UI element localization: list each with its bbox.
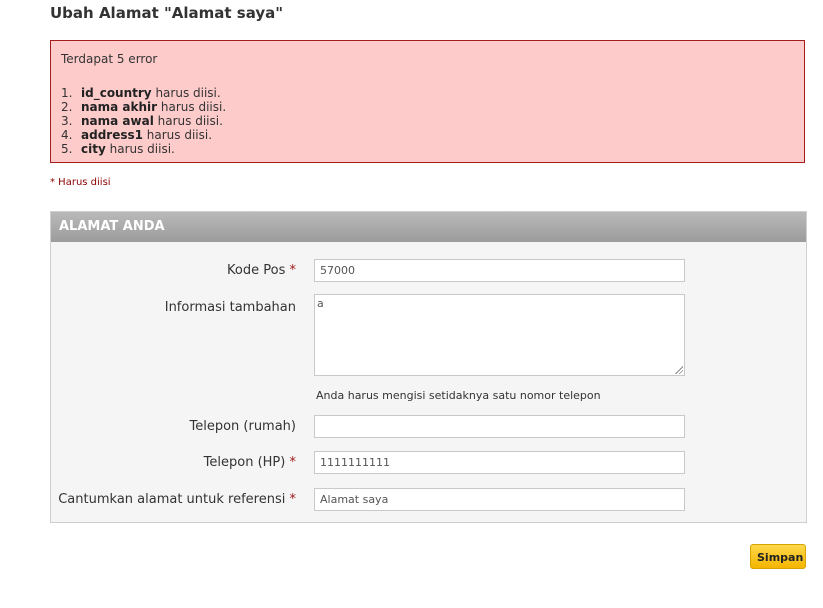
home-phone-input[interactable] [314,415,685,438]
alias-label-text: Cantumkan alamat untuk referensi [58,492,286,507]
info-label: Informasi tambahan [164,300,296,315]
alias-label: Cantumkan alamat untuk referensi * [58,492,296,507]
mobile-phone-input[interactable] [314,451,685,474]
error-number: 5. [61,142,73,156]
required-marker: * [289,263,297,278]
page: Ubah Alamat "Alamat saya" Terdapat 5 err… [0,0,823,608]
error-message: harus diisi. [105,142,175,156]
error-field: nama awal [81,114,154,128]
mobile-phone-label-text: Telepon (HP) [203,455,286,470]
phone-hint: Anda harus mengisi setidaknya satu nomor… [316,389,601,402]
alias-input[interactable] [314,488,685,511]
error-list: 1. id_country harus diisi. 2. nama akhir h… [61,86,794,156]
home-phone-label: Telepon (rumah) [189,419,296,434]
postcode-label-text: Kode Pos [227,263,286,278]
error-item: 4. address1 harus diisi. [61,128,794,142]
required-marker: * [289,455,297,470]
error-number: 1. [61,86,73,100]
resize-handle-icon[interactable] [675,366,683,374]
info-textarea[interactable]: a [314,294,685,376]
error-item: 3. nama awal harus diisi. [61,114,794,128]
postcode-input[interactable] [314,259,685,282]
error-message: harus diisi. [151,86,221,100]
error-field: address1 [81,128,143,142]
error-message: harus diisi. [157,100,227,114]
required-marker: * [289,492,297,507]
error-field: id_country [81,86,152,100]
page-title: Ubah Alamat "Alamat saya" [50,4,284,22]
error-field: nama akhir [81,100,158,114]
error-number: 2. [61,100,73,114]
address-fieldset: ALAMAT ANDA Kode Pos * Informasi tambaha… [50,211,807,523]
error-item: 2. nama akhir harus diisi. [61,100,794,114]
info-value: a [317,297,324,310]
section-header: ALAMAT ANDA [51,212,806,242]
error-number: 4. [61,128,73,142]
error-message: harus diisi. [142,128,213,142]
required-note: * Harus diisi [50,177,111,188]
error-message: harus diisi. [153,114,223,128]
error-item: 1. id_country harus diisi. [61,86,794,100]
error-item: 5. city harus diisi. [61,142,794,156]
error-box: Terdapat 5 error 1. id_country harus diis… [50,40,805,163]
error-summary: Terdapat 5 error [61,52,158,66]
save-button[interactable]: Simpan [750,544,806,569]
error-field: city [81,142,106,156]
postcode-label: Kode Pos * [227,263,296,278]
error-number: 3. [61,114,73,128]
mobile-phone-label: Telepon (HP) * [204,455,296,470]
